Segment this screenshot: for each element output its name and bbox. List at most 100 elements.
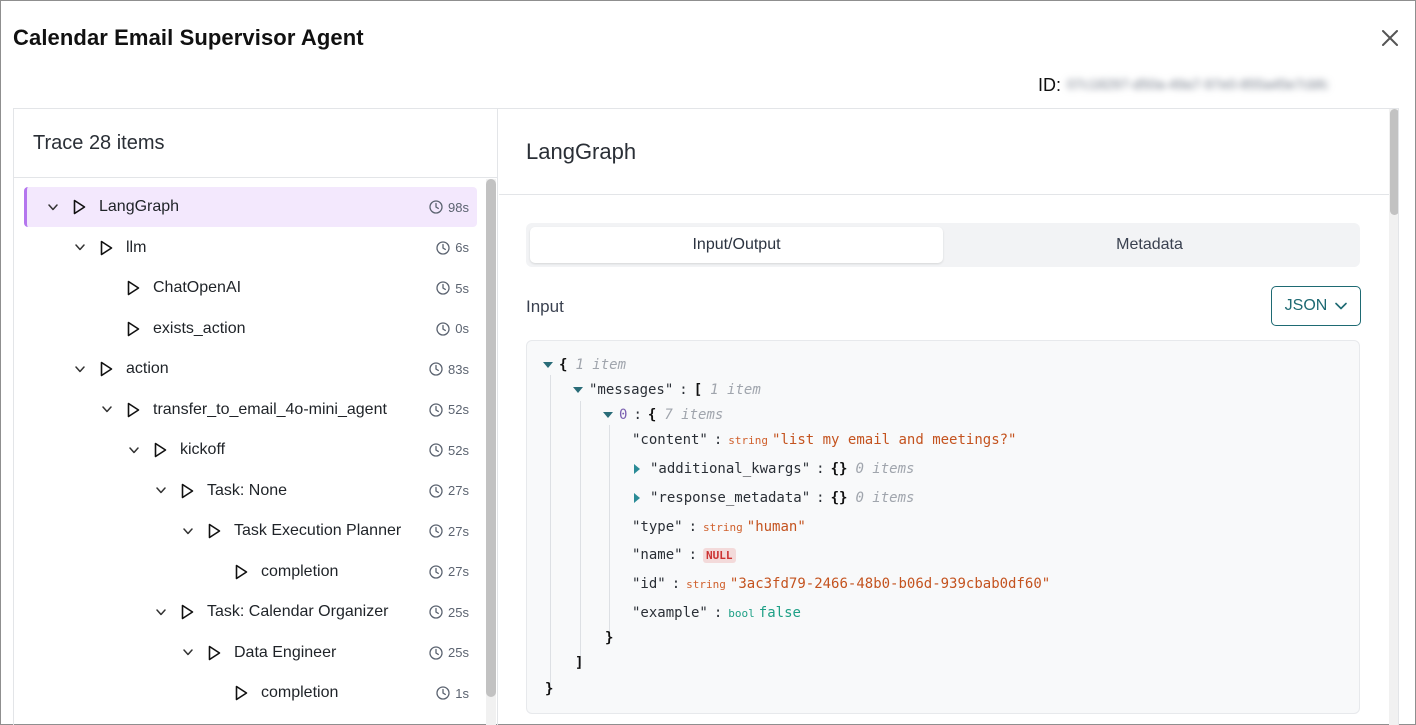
span-play-icon [181,483,195,499]
chevron-down-icon[interactable] [154,484,168,498]
json-additional-kwargs-line: "additional_kwargs" : {} 0 items [634,459,914,479]
json-colon: : [688,547,698,563]
duration-text: 5s [455,280,469,296]
span-play-icon [100,361,114,377]
duration-text: 52s [448,402,469,417]
span-play-icon [208,645,222,661]
json-close-array: ] [575,653,583,673]
tree-item-duration: 5s [436,281,469,296]
chevron-down-icon[interactable] [181,646,195,660]
tree-item[interactable]: kickoff 52s [24,430,477,470]
chevron-down-icon[interactable] [154,605,168,619]
json-count: 1 item [575,357,627,373]
span-play-icon [127,402,141,418]
expand-toggle-icon[interactable] [634,493,640,503]
tree-item-duration: 1s [436,686,469,701]
expand-toggle-icon[interactable] [634,464,640,474]
clock-icon [429,362,443,376]
duration-text: 98s [448,199,469,215]
tree-item-duration: 52s [429,402,469,417]
duration-text: 25s [448,645,469,660]
detail-pane: LangGraph Input/Output Metadata Input JS… [499,109,1398,725]
tree-item-duration: 27s [429,564,469,579]
json-index: 0 [619,407,628,423]
collapse-toggle-icon[interactable] [603,412,613,418]
trace-tree-pane: Trace 28 items LangGraph 98s llm 6s ChatOpen… [14,109,498,725]
json-key: "content" [632,432,708,448]
span-play-icon [208,523,222,539]
tree-item[interactable]: completion 1s [24,673,477,713]
tree-item-duration: 6s [436,240,469,255]
chevron-down-icon[interactable] [181,524,195,538]
detail-scrollbar[interactable] [1389,109,1398,725]
json-colon: : [633,407,642,423]
span-play-icon [235,564,249,580]
tree-item-label: LangGraph [99,198,180,215]
clock-icon [429,564,443,579]
tab-metadata[interactable]: Metadata [943,227,1356,263]
trace-dialog: Calendar Email Supervisor Agent ID: 07c1… [0,0,1416,725]
format-dropdown-label: JSON [1284,297,1328,314]
tree-item-duration: 27s [429,524,469,539]
tree-scrollbar[interactable] [486,179,496,725]
collapse-toggle-icon[interactable] [543,362,553,368]
json-colon: : [671,576,681,592]
tree-item[interactable]: action 83s [24,349,477,389]
json-brace: {} [830,490,848,506]
tree-item[interactable]: LangGraph 98s [24,187,477,227]
chevron-down-icon[interactable] [46,200,60,214]
duration-text: 25s [448,604,469,620]
collapse-toggle-icon[interactable] [573,387,583,393]
tree-item[interactable]: exists_action 0s [24,309,477,349]
tree-item[interactable]: Task Execution Planner 27s [24,511,477,551]
json-guide [609,425,610,641]
tree-item-label: action [126,360,169,377]
tree-scrollbar-thumb[interactable] [486,179,496,697]
json-type: string [728,433,769,447]
json-value: "human" [746,519,806,535]
tree-item[interactable]: Data Engineer 25s [24,633,477,673]
clock-icon [429,443,443,457]
clock-icon [436,240,450,255]
json-key: "name" [632,547,683,563]
tree-item[interactable]: transfer_to_email_4o-mini_agent 52s [24,390,477,430]
json-type-line: "type" : string "human" [632,517,806,537]
chevron-down-icon[interactable] [100,403,114,417]
detail-scrollbar-thumb[interactable] [1390,109,1398,215]
json-key: "messages" [589,382,674,398]
chevron-down-icon[interactable] [127,443,141,457]
json-key: "example" [632,605,708,621]
tree-item[interactable]: completion 27s [24,552,477,592]
chevron-down-icon[interactable] [73,362,87,376]
tree-item-label: Data Engineer [234,643,337,661]
json-viewer: { 1 item "messages" : [ 1 item 0 : { 7 i… [526,340,1360,714]
clock-icon [429,605,443,619]
json-value: "list my email and meetings?" [772,432,1017,448]
json-bracket: ] [575,655,584,671]
json-key: "additional_kwargs" [650,461,811,477]
tree-item-duration: 25s [429,605,469,620]
tree-item-label: ChatOpenAI [153,279,242,296]
tree-item[interactable]: llm 6s [24,228,477,268]
json-key: "type" [632,519,683,535]
close-icon[interactable] [1379,27,1401,49]
json-guide [550,375,551,691]
clock-icon [429,645,443,660]
json-brace: { [647,407,657,423]
tree-item[interactable]: ChatOpenAI 5s [24,268,477,308]
json-brace: } [545,681,554,697]
trace-panel: Trace 28 items LangGraph 98s llm 6s ChatOpen… [13,108,1399,725]
tree-item-duration: 0s [436,321,469,336]
tree-item[interactable]: Task: Calendar Organizer 25s [24,592,477,632]
format-dropdown[interactable]: JSON [1271,286,1361,326]
tree-item-label: exists_action [153,319,246,337]
tab-input-output[interactable]: Input/Output [530,227,943,263]
trace-tree: LangGraph 98s llm 6s ChatOpenAI 5s exists_acti… [14,179,498,725]
trace-tree-title: Trace 28 items [14,109,497,178]
tree-item[interactable]: Task: None 27s [24,471,477,511]
tree-item-label: completion [261,562,339,580]
trace-id: ID: 07c18297-d50a-49a7-97e0-855a45e7cbfc [1038,75,1397,96]
input-label: Input [526,297,564,316]
json-brace: {} [830,461,848,477]
chevron-down-icon[interactable] [73,241,87,255]
